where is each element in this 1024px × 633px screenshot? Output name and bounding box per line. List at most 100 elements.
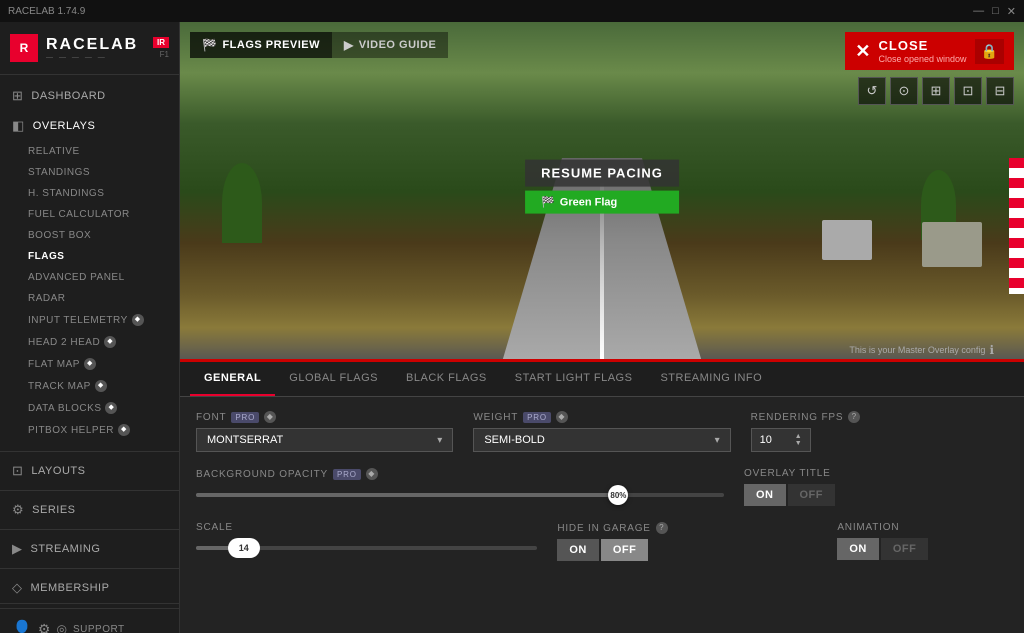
font-select[interactable]: MONTSERRAT ▾ [196, 428, 453, 452]
fps-up-arrow[interactable]: ▲ [795, 433, 802, 440]
opacity-value: 80% [604, 491, 632, 500]
minimize-button[interactable]: — [973, 5, 984, 18]
sidebar-sub-standings[interactable]: STANDINGS [0, 162, 179, 183]
pro-icon: ◆ [84, 358, 96, 370]
flags-preview-tab[interactable]: 🏁 FLAGS PREVIEW [190, 32, 332, 58]
sidebar-sub-boost[interactable]: BOOST BOX [0, 225, 179, 246]
sidebar-sub-radar[interactable]: RADAR [0, 288, 179, 309]
sidebar-sub-h-standings[interactable]: H. STANDINGS [0, 183, 179, 204]
sidebar-item-label: LAYOUTS [31, 465, 85, 477]
toolbar-grid-btn[interactable]: ⊞ [922, 77, 950, 105]
video-tab-icon: ▶ [344, 38, 354, 52]
video-guide-tab[interactable]: ▶ VIDEO GUIDE [332, 32, 448, 58]
settings-panel: GENERAL GLOBAL FLAGS BLACK FLAGS START L… [180, 362, 1024, 633]
sidebar-item-streaming[interactable]: ▶ STREAMING [0, 534, 179, 564]
support-icon[interactable]: ◎ [56, 622, 66, 633]
weight-select[interactable]: SEMI-BOLD ▾ [473, 428, 730, 452]
titlebar-controls[interactable]: — □ ✕ [973, 5, 1016, 18]
scale-value: 14 [239, 543, 249, 553]
animation-off-btn[interactable]: OFF [881, 538, 929, 560]
toolbar-layout-btn[interactable]: ⊡ [954, 77, 982, 105]
fps-down-arrow[interactable]: ▼ [795, 440, 802, 447]
overlay-title-on-btn[interactable]: ON [744, 484, 786, 506]
sidebar-sub-advanced[interactable]: ADVANCED PANEL [0, 267, 179, 288]
overlays-icon: ◧ [12, 118, 25, 134]
sidebar-sub-fuel[interactable]: FUEL CALCULATOR [0, 204, 179, 225]
toolbar-config-btn[interactable]: ⊟ [986, 77, 1014, 105]
sidebar-sub-relative[interactable]: RELATIVE [0, 141, 179, 162]
profile-icon[interactable]: 👤 [12, 619, 32, 633]
tab-black-flags[interactable]: BLACK FLAGS [392, 362, 501, 396]
toolbar-target-btn[interactable]: ⊙ [890, 77, 918, 105]
sidebar-sub-h2h[interactable]: HEAD 2 HEAD ◆ [0, 331, 179, 353]
sidebar-sub-flags[interactable]: FLAGS [0, 246, 179, 267]
hide-garage-on-btn[interactable]: ON [557, 539, 599, 561]
fps-input[interactable]: 10 ▲ ▼ [751, 428, 811, 452]
weight-label: WEIGHT PRO ◆ [473, 411, 730, 423]
sidebar-item-series[interactable]: ⚙ SERIES [0, 495, 179, 525]
titlebar: RACELAB 1.74.9 — □ ✕ [0, 0, 1024, 22]
sidebar-item-dashboard[interactable]: ⊞ DASHBOARD [0, 81, 179, 111]
tab-general[interactable]: GENERAL [190, 362, 275, 396]
sidebar-divider-4 [0, 568, 179, 569]
hide-garage-label: HIDE IN GARAGE ? [557, 522, 797, 534]
font-help-icon[interactable]: ◆ [264, 411, 276, 423]
close-overlay-button[interactable]: ✕ CLOSE Close opened window 🔒 [845, 32, 1014, 70]
flags-tab-icon: 🏁 [202, 38, 217, 52]
sidebar-item-membership[interactable]: ◇ MEMBERSHIP [0, 573, 179, 603]
sidebar-item-overlays[interactable]: ◧ OVERLAYS [0, 111, 179, 141]
font-value: MONTSERRAT [207, 434, 283, 446]
pro-badge: PRO [231, 412, 259, 423]
weight-help-icon[interactable]: ◆ [556, 411, 568, 423]
overlay-title-off-btn[interactable]: OFF [788, 484, 836, 506]
sidebar-sub-flat-map[interactable]: FLAT MAP ◆ [0, 353, 179, 375]
toolbar-reset-btn[interactable]: ↺ [858, 77, 886, 105]
fps-arrows[interactable]: ▲ ▼ [795, 433, 802, 447]
settings-icon[interactable]: ⚙ [38, 621, 51, 633]
sidebar-sub-track-map[interactable]: TRACK MAP ◆ [0, 375, 179, 397]
sidebar-item-label: DASHBOARD [31, 90, 105, 102]
animation-on-btn[interactable]: ON [837, 538, 879, 560]
vehicle-1 [922, 222, 982, 267]
tab-global-flags[interactable]: GLOBAL FLAGS [275, 362, 392, 396]
close-main-label: CLOSE [879, 38, 967, 54]
close-button[interactable]: ✕ [1007, 5, 1016, 18]
ir-badge: IR [153, 37, 169, 48]
hide-garage-group: HIDE IN GARAGE ? ON OFF [557, 522, 797, 561]
sidebar-item-label: OVERLAYS [33, 120, 96, 132]
preview-tab-bar: 🏁 FLAGS PREVIEW ▶ VIDEO GUIDE [190, 32, 448, 58]
maximize-button[interactable]: □ [992, 5, 999, 18]
main-panel: 🏁 FLAGS PREVIEW ▶ VIDEO GUIDE ✕ CLOSE Cl… [180, 22, 1024, 633]
opacity-help-icon[interactable]: ◆ [366, 468, 378, 480]
logo-area: R RACELAB — — — — — IR F1 [0, 22, 179, 75]
scale-slider-thumb[interactable]: 14 [228, 538, 260, 558]
sidebar-sub-input-telemetry[interactable]: INPUT TELEMETRY ◆ [0, 309, 179, 331]
support-label[interactable]: SUPPORT [73, 624, 125, 633]
sidebar-divider-2 [0, 490, 179, 491]
settings-row-1: FONT PRO ◆ MONTSERRAT ▾ WEIGHT [196, 411, 1008, 452]
scale-slider-track[interactable]: 14 [196, 546, 537, 550]
logo-content: RACELAB — — — — — [46, 36, 138, 61]
sidebar-section-main: ⊞ DASHBOARD ◧ OVERLAYS RELATIVE STANDING… [0, 75, 179, 447]
sidebar-sub-data-blocks[interactable]: DATA BLOCKS ◆ [0, 397, 179, 419]
layouts-icon: ⊡ [12, 463, 23, 479]
sidebar-sub-pitbox[interactable]: PITBOX HELPER ◆ [0, 419, 179, 441]
resume-pacing-text: RESUME PACING [525, 160, 679, 187]
green-flag-button[interactable]: 🏁 Green Flag [525, 191, 679, 214]
garage-help-icon[interactable]: ? [656, 522, 668, 534]
pro-icon: ◆ [105, 402, 117, 414]
sidebar-item-layouts[interactable]: ⊡ LAYOUTS [0, 456, 179, 486]
lock-icon: 🔒 [975, 39, 1004, 64]
hide-garage-off-btn[interactable]: OFF [601, 539, 649, 561]
vehicle-2 [822, 220, 872, 260]
tab-streaming[interactable]: STREAMING INFO [646, 362, 776, 396]
red-bottom-bar [180, 359, 1024, 362]
hide-garage-toggle: ON OFF [557, 539, 797, 561]
tab-start-light[interactable]: START LIGHT FLAGS [501, 362, 647, 396]
opacity-label: BACKGROUND OPACITY PRO ◆ [196, 468, 724, 480]
opacity-slider-thumb[interactable]: 80% [608, 485, 628, 505]
membership-icon: ◇ [12, 580, 23, 596]
opacity-slider-track[interactable]: 80% [196, 493, 724, 497]
fps-help-icon[interactable]: ? [848, 411, 860, 423]
resume-racing-overlay: RESUME PACING 🏁 Green Flag [525, 160, 679, 214]
